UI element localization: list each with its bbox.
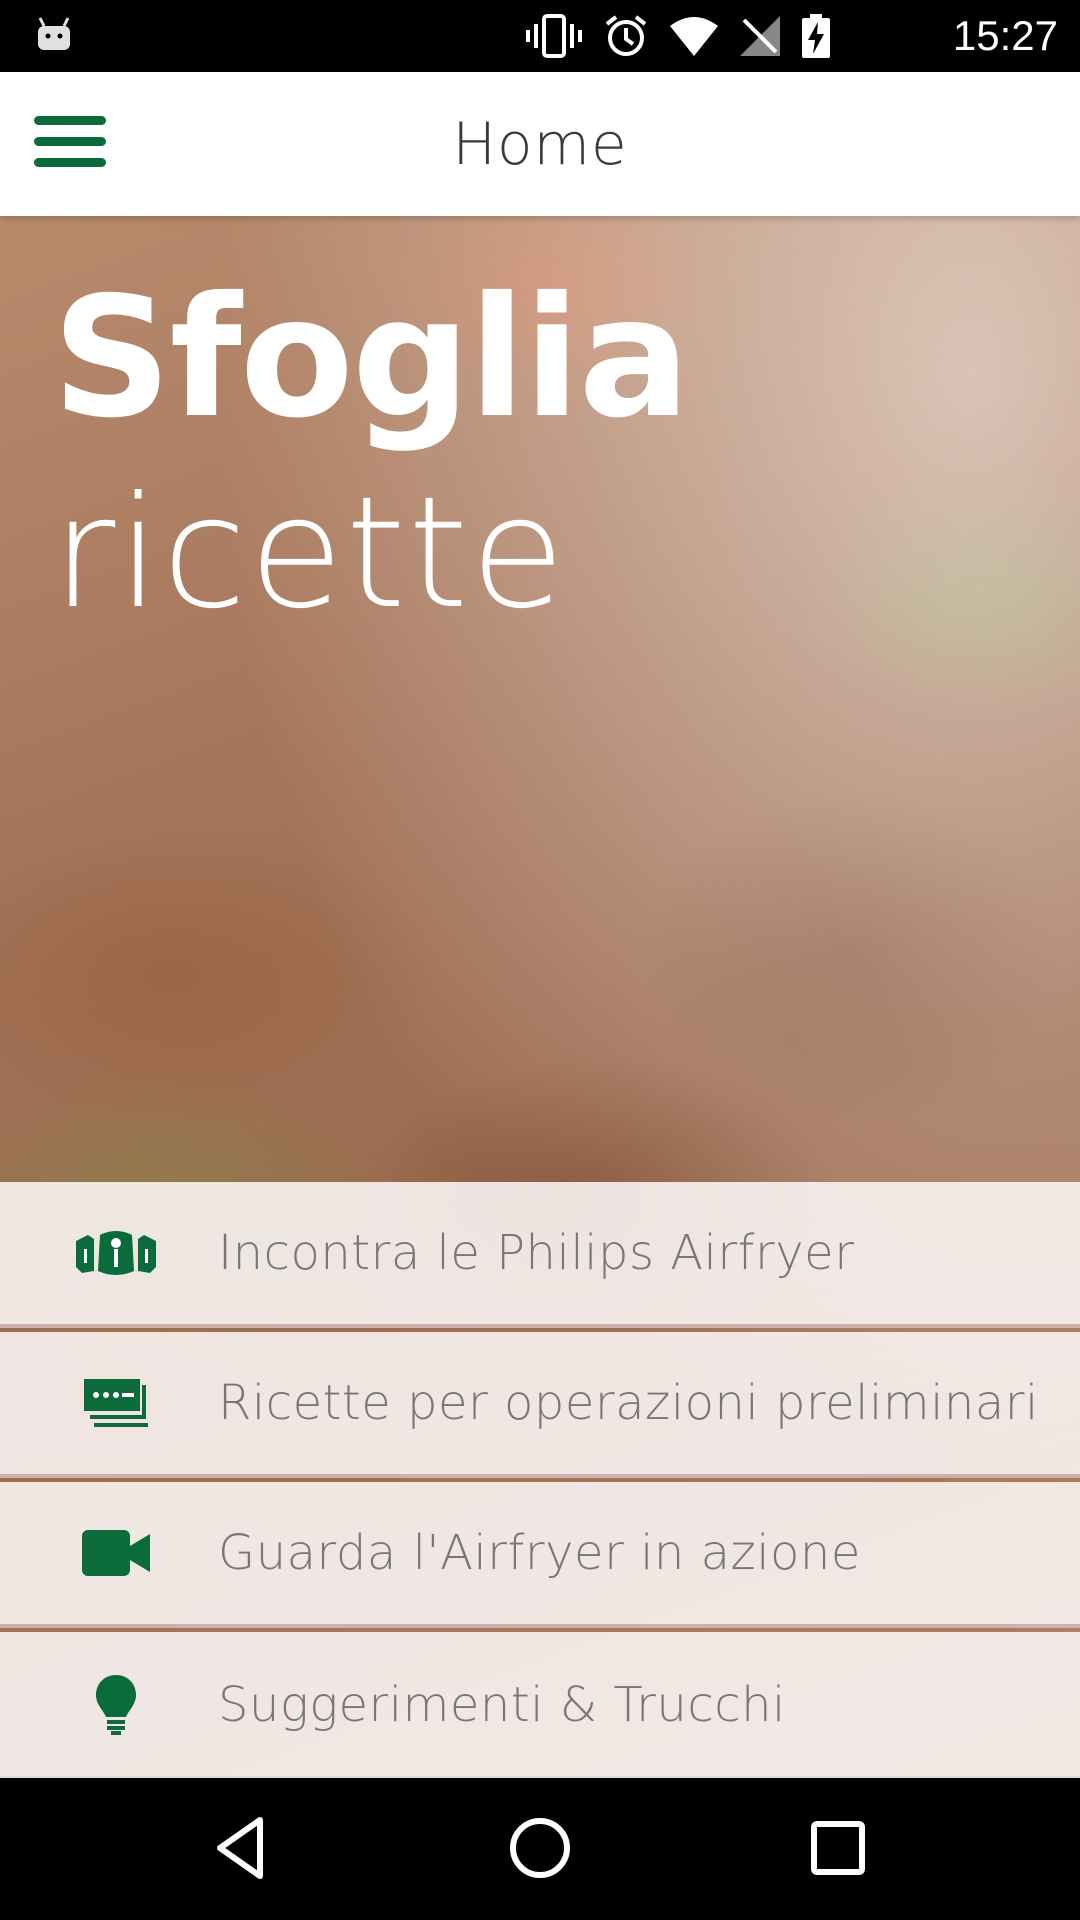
vibrate-icon <box>526 14 582 58</box>
wifi-icon <box>670 17 718 56</box>
android-icon <box>38 17 70 50</box>
page-title: Home <box>452 110 628 178</box>
status-bar: 15:27 <box>0 0 1080 72</box>
status-clock: 15:27 <box>952 12 1058 59</box>
home-icon[interactable] <box>504 1812 576 1884</box>
menu-item-label: Suggerimenti & Trucchi <box>218 1677 786 1733</box>
recipe-cards-icon <box>70 1373 162 1433</box>
hero-title-light: ricette <box>52 464 568 643</box>
menu-item-airfryer[interactable]: Incontra le Philips Airfryer <box>0 1182 1080 1328</box>
hero-title: Sfoglia ricette <box>52 262 690 654</box>
recent-apps-icon[interactable] <box>802 1812 874 1884</box>
alarm-icon <box>605 15 647 56</box>
hero-title-bold: Sfoglia <box>52 262 690 455</box>
home-menu-list: Incontra le Philips Airfryer Ricette per… <box>0 1182 1080 1778</box>
menu-item-label: Ricette per operazioni preliminari <box>218 1375 1039 1431</box>
video-camera-icon <box>70 1523 162 1583</box>
back-icon[interactable] <box>206 1812 278 1884</box>
signal-icon <box>740 16 780 56</box>
lightbulb-icon <box>70 1675 162 1735</box>
menu-item-tips[interactable]: Suggerimenti & Trucchi <box>0 1632 1080 1778</box>
app-bar: Home <box>0 72 1080 216</box>
system-nav-bar <box>0 1776 1080 1920</box>
menu-item-label: Incontra le Philips Airfryer <box>218 1225 855 1281</box>
battery-charging-icon <box>802 14 830 58</box>
menu-item-watch-video[interactable]: Guarda l'Airfryer in azione <box>0 1482 1080 1628</box>
airfryer-models-icon <box>70 1223 162 1283</box>
menu-item-preliminary-recipes[interactable]: Ricette per operazioni preliminari <box>0 1332 1080 1478</box>
menu-item-label: Guarda l'Airfryer in azione <box>218 1525 861 1581</box>
